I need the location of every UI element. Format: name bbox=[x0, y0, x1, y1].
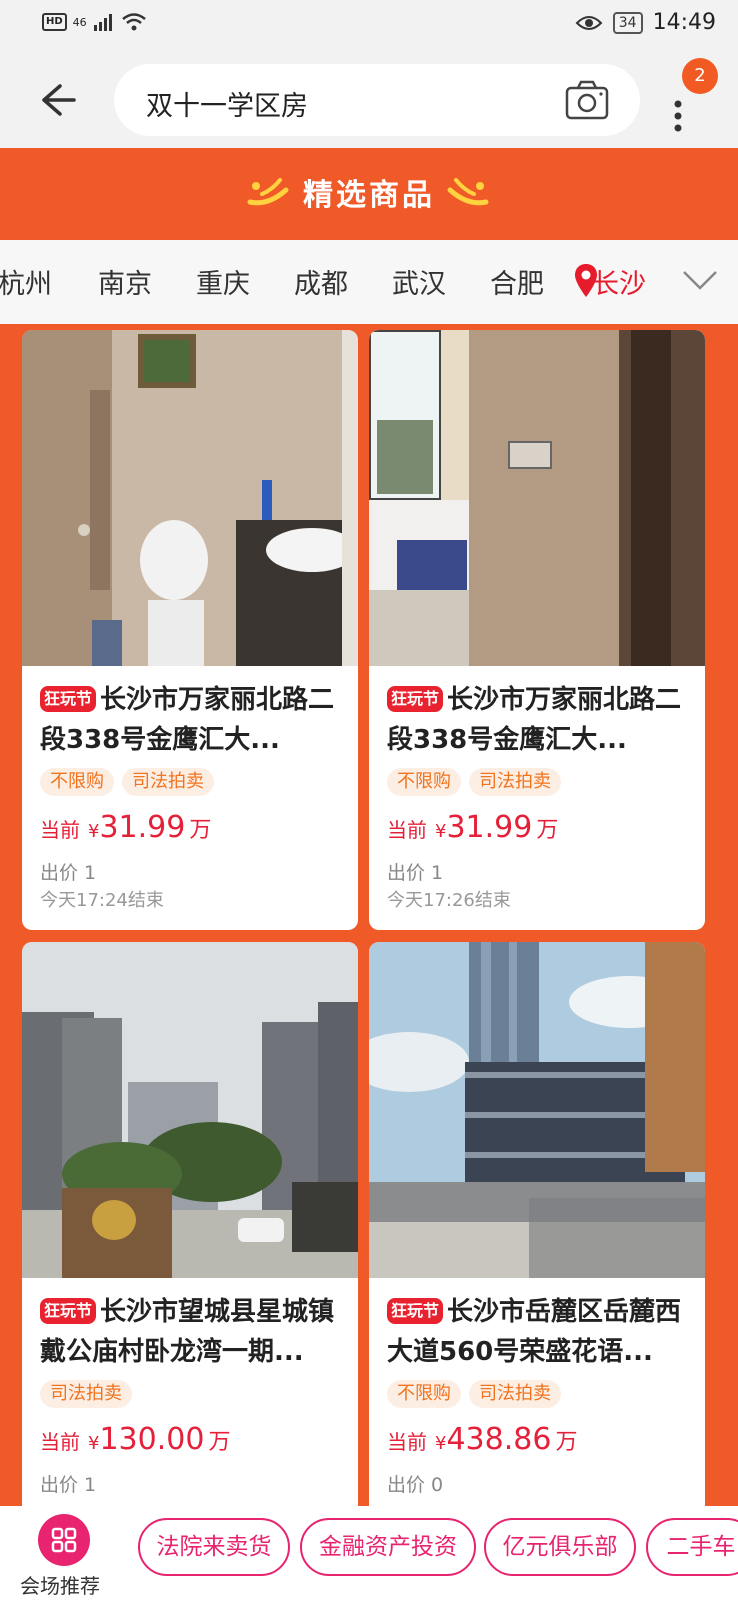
city-tab-hangzhou[interactable]: 杭州 bbox=[0, 262, 52, 301]
price-value: 438.86 bbox=[446, 1422, 552, 1457]
listing-price: 当前 ¥130.00 万 bbox=[40, 1422, 230, 1457]
listing-card[interactable]: 狂玩节 长沙市望城县星城镇戴公庙村卧龙湾一期... 司法拍卖 当前 ¥130.00 万… bbox=[22, 942, 358, 1514]
status-bar: HD 46 34 14:49 bbox=[0, 0, 738, 52]
city-tab-hefei[interactable]: 合肥 bbox=[490, 262, 544, 301]
chevron-down-icon[interactable] bbox=[680, 268, 720, 294]
city-tab-chongqing[interactable]: 重庆 bbox=[196, 262, 250, 301]
listing-tags: 不限购 司法拍卖 bbox=[387, 768, 561, 796]
listing-price: 当前 ¥31.99 万 bbox=[387, 810, 558, 845]
festival-badge: 狂玩节 bbox=[387, 686, 444, 712]
bottom-nav: 会场推荐 法院来卖货 金融资产投资 亿元俱乐部 二手车 bbox=[0, 1506, 738, 1600]
signal-icon bbox=[93, 14, 112, 31]
battery-indicator: 34 bbox=[612, 11, 643, 34]
banner-title: 精选商品 bbox=[303, 178, 435, 213]
listing-title: 狂玩节 长沙市岳麓区岳麓西大道560号荣盛花语... bbox=[387, 1292, 693, 1372]
flourish-right-icon bbox=[447, 178, 489, 206]
currency-symbol: ¥ bbox=[88, 1433, 100, 1454]
festival-badge: 狂玩节 bbox=[40, 686, 97, 712]
bid-count: 出价 1 bbox=[40, 1474, 97, 1496]
pill-billion-club[interactable]: 亿元俱乐部 bbox=[484, 1518, 636, 1576]
listing-title: 狂玩节 长沙市万家丽北路二段338号金鹰汇大... bbox=[387, 680, 693, 760]
grid-icon bbox=[51, 1527, 77, 1553]
bid-count: 出价 0 bbox=[387, 1474, 444, 1496]
search-input[interactable]: 双十一学区房 bbox=[114, 64, 640, 136]
listing-card[interactable]: 狂玩节 长沙市万家丽北路二段338号金鹰汇大... 不限购 司法拍卖 当前 ¥31.… bbox=[369, 330, 705, 930]
arrow-left-icon bbox=[42, 84, 76, 116]
listing-price: 当前 ¥31.99 万 bbox=[40, 810, 211, 845]
price-label: 当前 bbox=[40, 818, 80, 842]
city-tab-wuhan[interactable]: 武汉 bbox=[392, 262, 446, 301]
search-header: 双十一学区房 2 bbox=[0, 52, 738, 148]
pill-court-sales[interactable]: 法院来卖货 bbox=[138, 1518, 290, 1576]
currency-symbol: ¥ bbox=[88, 821, 100, 842]
status-right: 34 14:49 bbox=[575, 10, 716, 35]
city-tabs: 杭州 南京 重庆 成都 武汉 合肥 长沙 bbox=[0, 240, 738, 324]
listing-photo-bedroom bbox=[369, 330, 705, 666]
listing-card[interactable]: 狂玩节 长沙市万家丽北路二段338号金鹰汇大... 不限购 司法拍卖 当前 ¥31.… bbox=[22, 330, 358, 930]
listing-tags: 不限购 司法拍卖 bbox=[40, 768, 214, 796]
end-time: 今天17:24结束 bbox=[40, 890, 164, 911]
tag-no-restriction: 不限购 bbox=[387, 1380, 461, 1408]
eye-icon bbox=[575, 15, 603, 30]
venue-recommend-label: 会场推荐 bbox=[20, 1574, 100, 1598]
hd-icon: HD bbox=[42, 13, 67, 31]
festival-badge: 狂玩节 bbox=[387, 1298, 444, 1324]
notification-badge: 2 bbox=[682, 58, 718, 94]
bid-count: 出价 1 bbox=[40, 862, 97, 884]
tag-no-restriction: 不限购 bbox=[40, 768, 114, 796]
listing-title: 狂玩节 长沙市望城县星城镇戴公庙村卧龙湾一期... bbox=[40, 1292, 346, 1372]
camera-icon bbox=[565, 80, 609, 120]
price-value: 31.99 bbox=[446, 810, 533, 845]
back-button[interactable] bbox=[34, 78, 78, 122]
currency-symbol: ¥ bbox=[435, 1433, 447, 1454]
tag-no-restriction: 不限购 bbox=[387, 768, 461, 796]
price-value: 130.00 bbox=[99, 1422, 205, 1457]
listing-card[interactable]: 狂玩节 长沙市岳麓区岳麓西大道560号荣盛花语... 不限购 司法拍卖 当前 ¥43… bbox=[369, 942, 705, 1514]
listing-photo-bathroom bbox=[22, 330, 358, 666]
price-value: 31.99 bbox=[99, 810, 186, 845]
listing-grid: 狂玩节 长沙市万家丽北路二段338号金鹰汇大... 不限购 司法拍卖 当前 ¥31.… bbox=[0, 324, 738, 1514]
wifi-icon bbox=[121, 13, 146, 31]
bid-count: 出价 1 bbox=[387, 862, 444, 884]
tag-judicial-auction: 司法拍卖 bbox=[122, 768, 214, 796]
search-query: 双十一学区房 bbox=[146, 91, 308, 122]
pill-financial-assets[interactable]: 金融资产投资 bbox=[300, 1518, 476, 1576]
listing-photo-residential bbox=[22, 942, 358, 1278]
city-tab-nanjing[interactable]: 南京 bbox=[98, 262, 152, 301]
price-label: 当前 bbox=[387, 818, 427, 842]
city-tab-chengdu[interactable]: 成都 bbox=[294, 262, 348, 301]
city-tab-changsha[interactable]: 长沙 bbox=[592, 262, 646, 301]
listing-tags: 不限购 司法拍卖 bbox=[387, 1380, 561, 1408]
festival-badge: 狂玩节 bbox=[40, 1298, 97, 1324]
end-time: 今天17:26结束 bbox=[387, 890, 511, 911]
price-label: 当前 bbox=[40, 1430, 80, 1454]
price-label: 当前 bbox=[387, 1430, 427, 1454]
tag-judicial-auction: 司法拍卖 bbox=[469, 768, 561, 796]
venue-recommend-button[interactable] bbox=[38, 1514, 90, 1566]
price-unit: 万 bbox=[189, 818, 212, 843]
status-left: HD 46 bbox=[42, 12, 147, 32]
price-unit: 万 bbox=[536, 818, 559, 843]
tag-judicial-auction: 司法拍卖 bbox=[469, 1380, 561, 1408]
currency-symbol: ¥ bbox=[435, 821, 447, 842]
camera-button[interactable] bbox=[564, 78, 610, 122]
screen: HD 46 34 14:49 双十一学区房 2 精选商品 杭州 南京 重庆 成都… bbox=[0, 0, 738, 1600]
listing-price: 当前 ¥438.86 万 bbox=[387, 1422, 577, 1457]
listing-title: 狂玩节 长沙市万家丽北路二段338号金鹰汇大... bbox=[40, 680, 346, 760]
listing-photo-office-tower bbox=[369, 942, 705, 1278]
featured-banner: 精选商品 bbox=[0, 148, 738, 240]
price-unit: 万 bbox=[555, 1430, 578, 1455]
clock: 14:49 bbox=[652, 10, 716, 35]
network-label: 46 bbox=[72, 15, 87, 29]
listing-tags: 司法拍卖 bbox=[40, 1380, 132, 1408]
price-unit: 万 bbox=[208, 1430, 231, 1455]
tag-judicial-auction: 司法拍卖 bbox=[40, 1380, 132, 1408]
pill-used-cars[interactable]: 二手车 bbox=[646, 1518, 738, 1576]
